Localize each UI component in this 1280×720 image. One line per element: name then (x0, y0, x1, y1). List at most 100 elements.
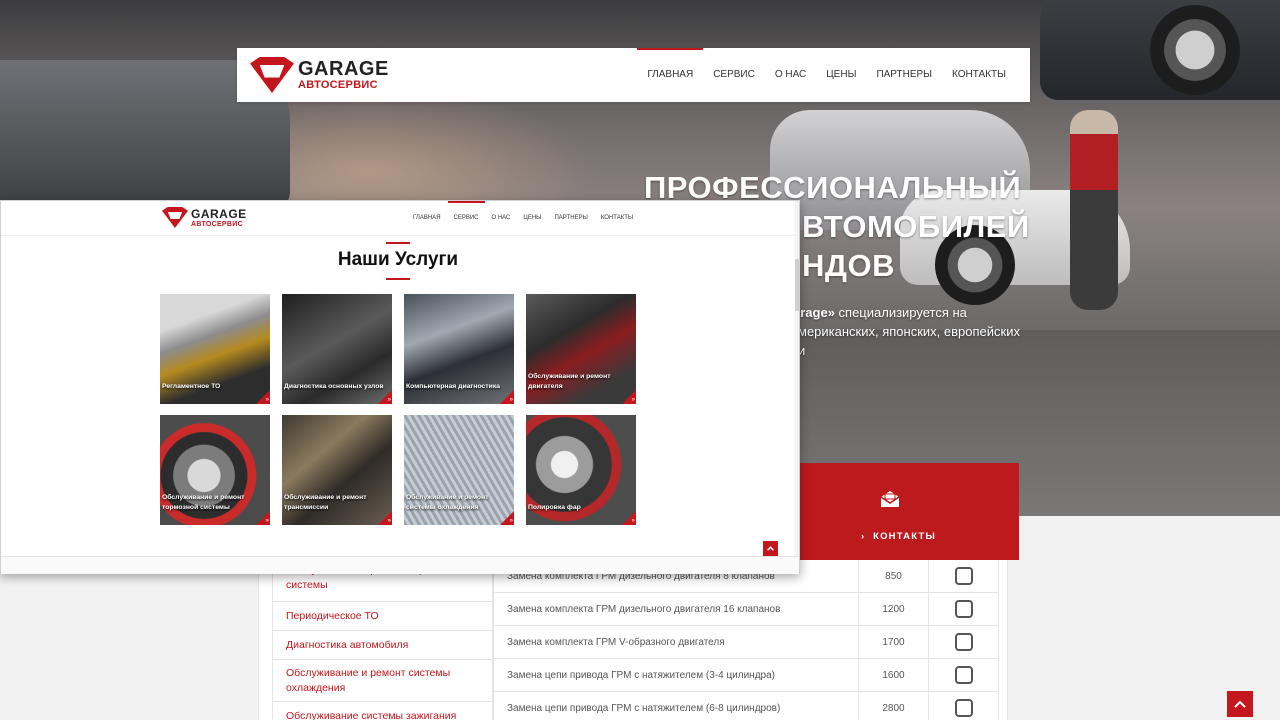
service-tile-label: Обслуживание и ремонт системы охлаждения (406, 494, 489, 511)
select-checkbox[interactable] (954, 567, 973, 585)
preview-nav: ГЛАВНАЯ СЕРВИС О НАС ЦЕНЫ ПАРТНЕРЫ КОНТА… (413, 201, 633, 236)
category-item[interactable]: Обслуживание и ремонт системы охлаждения (272, 660, 493, 702)
select-checkbox[interactable] (954, 699, 973, 717)
services-title: Наши Услуги (337, 249, 459, 270)
preview-nav-about[interactable]: О НАС (492, 201, 511, 236)
hero-text-part: специализируется на (834, 305, 967, 320)
double-chevron-icon: » (631, 518, 635, 524)
contacts-block[interactable]: › КОНТАКТЫ (778, 463, 1019, 560)
service-tile-label: Обслуживание и ремонт двигателя (528, 373, 611, 390)
services-preview-window: GARAGE АВТОСЕРВИС ГЛАВНАЯ СЕРВИС О НАС Ц… (0, 200, 800, 574)
category-list: Обслуживание и ремонт тормозной системы … (272, 560, 493, 720)
category-item[interactable]: Диагностика автомобиля (272, 631, 493, 660)
main-nav: ГЛАВНАЯ СЕРВИС О НАС ЦЕНЫ ПАРТНЕРЫ КОНТА… (637, 48, 1006, 102)
preview-nav-contacts[interactable]: КОНТАКТЫ (601, 201, 633, 236)
nav-contacts[interactable]: КОНТАКТЫ (952, 48, 1006, 102)
service-tile[interactable]: Компьютерная диагностика » (404, 294, 514, 404)
nav-about[interactable]: О НАС (775, 48, 806, 102)
category-item[interactable]: Обслуживание системы зажигания (272, 702, 493, 720)
select-cell (929, 692, 999, 720)
service-tile-label: Обслуживание и ремонт трансмиссии (284, 494, 367, 511)
title-divider-bottom (386, 278, 410, 280)
scroll-top-button[interactable] (1227, 691, 1253, 717)
double-chevron-icon: » (265, 397, 269, 403)
nav-partners[interactable]: ПАРТНЕРЫ (876, 48, 932, 102)
service-tile-label: Регламентное ТО (162, 383, 221, 390)
price-table: Замена комплекта ГРМ дизельного двигател… (493, 560, 999, 720)
service-tile[interactable]: Обслуживание и ремонт системы охлаждения… (404, 415, 514, 525)
shield-logo-icon (250, 57, 294, 93)
double-chevron-icon: » (387, 397, 391, 403)
title-divider-top (386, 242, 410, 244)
preview-scroll-top-button[interactable] (763, 541, 778, 556)
service-name: Замена комплекта ГРМ V-образного двигате… (493, 626, 859, 658)
logo-text: GARAGE АВТОСЕРВИС (191, 208, 247, 228)
preview-scrollbar[interactable] (795, 201, 799, 573)
service-price: 1700 (859, 626, 929, 658)
preview-nav-home[interactable]: ГЛАВНАЯ (413, 201, 441, 236)
table-row: Замена комплекта ГРМ дизельного двигател… (493, 593, 999, 626)
services-grid: Регламентное ТО » Диагностика основных у… (160, 294, 636, 525)
preview-nav-partners[interactable]: ПАРТНЕРЫ (554, 201, 587, 236)
service-tile-label: Полировка фар (528, 504, 581, 511)
category-item[interactable]: Периодическое ТО (272, 602, 493, 631)
service-name: Замена цепи привода ГРМ с натяжителем (3… (493, 659, 859, 691)
table-row: Замена цепи привода ГРМ с натяжителем (6… (493, 692, 999, 720)
main-navbar: GARAGE АВТОСЕРВИС ГЛАВНАЯ СЕРВИС О НАС Ц… (237, 48, 1030, 102)
service-name: Замена комплекта ГРМ дизельного двигател… (493, 593, 859, 625)
service-price: 1200 (859, 593, 929, 625)
double-chevron-icon: » (631, 397, 635, 403)
double-chevron-icon: » (265, 518, 269, 524)
mechanic-figure (1070, 110, 1118, 310)
select-cell (929, 593, 999, 625)
wheel-image (1150, 5, 1240, 95)
preview-nav-prices[interactable]: ЦЕНЫ (523, 201, 541, 236)
preview-navbar: GARAGE АВТОСЕРВИС ГЛАВНАЯ СЕРВИС О НАС Ц… (1, 201, 799, 236)
logo-text: GARAGE АВТОСЕРВИС (298, 59, 389, 91)
select-cell (929, 560, 999, 592)
service-price: 850 (859, 560, 929, 592)
nav-prices[interactable]: ЦЕНЫ (826, 48, 856, 102)
preview-logo[interactable]: GARAGE АВТОСЕРВИС (162, 207, 247, 228)
logo-name: GARAGE (298, 58, 389, 80)
shield-logo-icon (162, 207, 188, 228)
table-row: Замена комплекта ГРМ V-образного двигате… (493, 626, 999, 659)
service-tile[interactable]: Регламентное ТО » (160, 294, 270, 404)
contacts-label: КОНТАКТЫ (873, 531, 936, 542)
prices-section: Обслуживание и ремонт тормозной системы … (258, 560, 1008, 720)
page: ПРОФЕССИОНАЛЬНЫЙ ВТОМОБИЛЕЙ НДОВ arage» … (0, 0, 1280, 720)
preview-nav-service[interactable]: СЕРВИС (447, 201, 485, 236)
nav-service[interactable]: СЕРВИС (713, 48, 755, 102)
double-chevron-icon: » (387, 518, 391, 524)
double-chevron-icon: » (509, 518, 513, 524)
chevron-up-icon (1234, 700, 1246, 708)
service-tile[interactable]: Обслуживание и ремонт трансмиссии » (282, 415, 392, 525)
select-cell (929, 659, 999, 691)
chevron-up-icon (767, 546, 774, 551)
service-tile[interactable]: Полировка фар » (526, 415, 636, 525)
contacts-link[interactable]: › КОНТАКТЫ (778, 531, 1019, 542)
preview-scrollbar-thumb[interactable] (795, 259, 799, 311)
logo[interactable]: GARAGE АВТОСЕРВИС (250, 57, 389, 93)
logo-name: GARAGE (191, 206, 247, 221)
service-tile[interactable]: Обслуживание и ремонт двигателя » (526, 294, 636, 404)
service-price: 1600 (859, 659, 929, 691)
select-checkbox[interactable] (954, 633, 973, 651)
service-name: Замена цепи привода ГРМ с натяжителем (6… (493, 692, 859, 720)
service-tile-label: Компьютерная диагностика (406, 383, 500, 390)
table-row: Замена цепи привода ГРМ с натяжителем (3… (493, 659, 999, 692)
envelope-open-icon (880, 491, 900, 507)
service-tile[interactable]: Обслуживание и ремонт тормозной системы … (160, 415, 270, 525)
select-cell (929, 626, 999, 658)
nav-home[interactable]: ГЛАВНАЯ (637, 48, 704, 102)
logo-subtitle: АВТОСЕРВИС (298, 79, 378, 91)
select-checkbox[interactable] (954, 600, 973, 618)
select-checkbox[interactable] (954, 666, 973, 684)
service-tile-label: Обслуживание и ремонт тормозной системы (162, 494, 245, 511)
service-tile[interactable]: Диагностика основных узлов » (282, 294, 392, 404)
double-chevron-icon: » (509, 397, 513, 403)
service-price: 2800 (859, 692, 929, 720)
preview-bottom-strip (1, 556, 799, 574)
logo-subtitle: АВТОСЕРВИС (191, 220, 243, 228)
chevron-right-icon: › (861, 531, 866, 542)
